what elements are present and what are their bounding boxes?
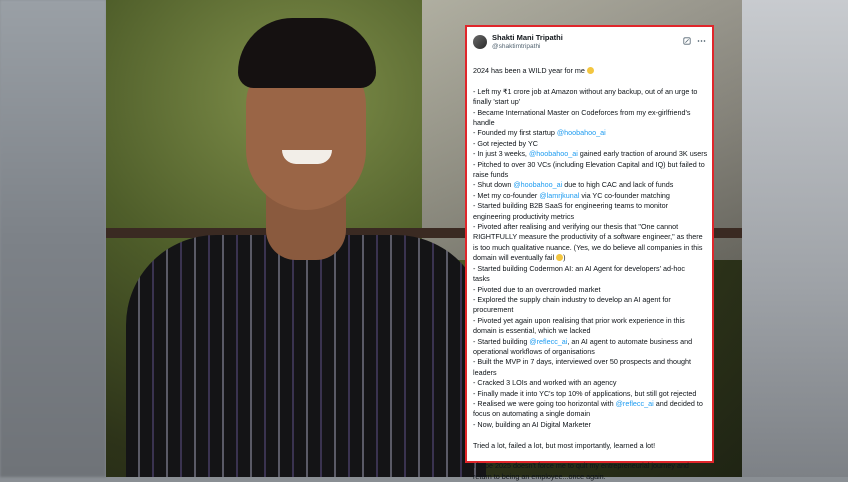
tweet-text-span: - Built the MVP in 7 days, interviewed o… bbox=[473, 357, 692, 367]
background-blur-left bbox=[0, 0, 106, 477]
tweet-text-span: domain will eventually fail bbox=[473, 253, 557, 263]
tweet-line: - Realised we were going too horizontal … bbox=[473, 399, 706, 409]
tweet-text-span: - Pivoted due to an overcrowded market bbox=[473, 284, 601, 294]
mention-link[interactable]: @reflecc_ai bbox=[616, 399, 654, 408]
tweet-text-span: I hope 2025 doesn't force me to quit my … bbox=[473, 461, 689, 471]
tweet-text-span: engineering productivity metrics bbox=[473, 211, 575, 221]
tweet-text-span: - Pitched to over 30 VCs (including Elev… bbox=[473, 159, 705, 169]
tweet-text-span: due to high CAC and lack of funds bbox=[562, 180, 674, 190]
tweet-text-span: domain is essential, which we lacked bbox=[473, 326, 591, 336]
tweet-header: Shakti Mani Tripathi @shaktimtripathi bbox=[473, 32, 706, 52]
tweet-text-span: - Founded my first startup bbox=[473, 128, 557, 138]
mention-link[interactable]: @lamrjkunal bbox=[539, 191, 579, 200]
emoji-icon bbox=[586, 67, 594, 74]
tweet-line: - Founded my first startup @hoobahoo_ai bbox=[473, 128, 706, 138]
author-handle[interactable]: @shaktimtripathi bbox=[492, 42, 683, 51]
tweet-text-span: - Became International Master on Codefor… bbox=[473, 107, 691, 117]
tweet-text-span: - Pivoted yet again upon realising that … bbox=[473, 315, 685, 325]
tweet-text-span: - Got rejected by YC bbox=[473, 138, 538, 148]
tweet-text-span: - Started building bbox=[473, 336, 530, 346]
tweet-text-span: focus on automating a single domain bbox=[473, 409, 591, 419]
tweet-text-span: - Left my ₹1 crore job at Amazon without… bbox=[473, 86, 698, 96]
author-name[interactable]: Shakti Mani Tripathi bbox=[492, 33, 683, 42]
tweet-text: 2024 has been a WILD year for me - Left … bbox=[473, 66, 708, 482]
mention-link[interactable]: @hoobahoo_ai bbox=[529, 149, 578, 158]
tweet-line: - Finally made it into YC's top 10% of a… bbox=[473, 389, 706, 399]
tweet-text-span: operational workflows of organisations bbox=[473, 346, 595, 356]
tweet-text-span: is too much qualitative nuance. (Yes, we… bbox=[473, 242, 703, 252]
tweet-text-span: , an AI agent to automate business and bbox=[567, 336, 693, 346]
tweet-card: Shakti Mani Tripathi @shaktimtripathi 20… bbox=[465, 25, 714, 481]
tweet-line: - Got rejected by YC bbox=[473, 139, 706, 149]
tweet-text-span: raise funds bbox=[473, 170, 509, 180]
tweet-line: - Pitched to over 30 VCs (including Elev… bbox=[473, 160, 706, 170]
tweet-line: - Now, building an AI Digital Marketer bbox=[473, 420, 706, 430]
tweet-line: domain is essential, which we lacked bbox=[473, 326, 706, 336]
tweet-line: engineering productivity metrics bbox=[473, 212, 706, 222]
tweet-text-span: - Finally made it into YC's top 10% of a… bbox=[473, 388, 697, 398]
avatar[interactable] bbox=[473, 35, 487, 49]
background-blur-right bbox=[742, 0, 848, 477]
tweet-line: - Pivoted due to an overcrowded market bbox=[473, 285, 706, 295]
tweet-text-span: - Realised we were going too horizontal … bbox=[473, 398, 616, 408]
tweet-line: - Became International Master on Codefor… bbox=[473, 108, 706, 118]
tweet-text-span: - Now, building an AI Digital Marketer bbox=[473, 419, 591, 429]
tweet-text-span: - Started building Codermon AI: an AI Ag… bbox=[473, 263, 685, 273]
tweet-line: operational workflows of organisations bbox=[473, 347, 706, 357]
tweet-text-span: ) bbox=[563, 253, 566, 263]
tweet-line: - Started building @reflecc_ai, an AI ag… bbox=[473, 337, 706, 347]
tweet-text-span: RIGHTFULLY measure the productivity of a… bbox=[473, 232, 703, 242]
tweet-text-span: procurement bbox=[473, 305, 514, 315]
tweet-text-span: return to being an employee...once again… bbox=[473, 471, 606, 481]
tweet-line: - Pivoted after realising and verifying … bbox=[473, 222, 706, 232]
tweet-line: handle bbox=[473, 118, 706, 128]
tweet-text-span: - Explored the supply chain industry to … bbox=[473, 294, 671, 304]
tweet-line: leaders bbox=[473, 368, 706, 378]
tweet-text-span: via YC co-founder matching bbox=[579, 190, 670, 200]
tweet-text-span: handle bbox=[473, 118, 495, 128]
tweet-line: tasks bbox=[473, 274, 706, 284]
tweet-text-span: - Started building B2B SaaS for engineer… bbox=[473, 201, 668, 211]
tweet-line: - Shut down @hoobahoo_ai due to high CAC… bbox=[473, 180, 706, 190]
tweet-line: - Met my co-founder @lamrjkunal via YC c… bbox=[473, 191, 706, 201]
tweet-line: finally 'start up' bbox=[473, 97, 706, 107]
tweet-line: - Cracked 3 LOIs and worked with an agen… bbox=[473, 378, 706, 388]
tweet-line: - In just 3 weeks, @hoobahoo_ai gained e… bbox=[473, 149, 708, 159]
tweet-text-span: - Cracked 3 LOIs and worked with an agen… bbox=[473, 378, 617, 388]
tweet-line: - Explored the supply chain industry to … bbox=[473, 295, 706, 305]
tweet-line: focus on automating a single domain bbox=[473, 409, 706, 419]
tweet-text-span: Tried a lot, failed a lot, but most impo… bbox=[473, 440, 656, 450]
tweet-text-span: - Met my co-founder bbox=[473, 190, 540, 200]
tweet-line: - Started building Codermon AI: an AI Ag… bbox=[473, 264, 706, 274]
tweet-text-span: leaders bbox=[473, 367, 497, 377]
tweet-line: RIGHTFULLY measure the productivity of a… bbox=[473, 232, 706, 242]
more-options-icon[interactable] bbox=[697, 37, 706, 47]
tweet-text-span: - Pivoted after realising and verifying … bbox=[473, 222, 679, 232]
tweet-line: - Pivoted yet again upon realising that … bbox=[473, 316, 706, 326]
tweet-text-span: - Shut down bbox=[473, 180, 514, 190]
mention-link[interactable]: @hoobahoo_ai bbox=[513, 180, 562, 189]
tweet-line: raise funds bbox=[473, 170, 706, 180]
tweet-text-span: finally 'start up' bbox=[473, 97, 521, 107]
grok-icon[interactable] bbox=[683, 37, 691, 47]
mention-link[interactable]: @hoobahoo_ai bbox=[557, 128, 606, 137]
tweet-line: domain will eventually fail ) bbox=[473, 253, 706, 263]
tweet-text-span: 2024 has been a WILD year for me bbox=[473, 66, 587, 75]
tweet-line: 2024 has been a WILD year for me bbox=[473, 66, 706, 76]
tweet-line: procurement bbox=[473, 305, 706, 315]
tweet-line: Tried a lot, failed a lot, but most impo… bbox=[473, 441, 706, 451]
tweet-line: I hope 2025 doesn't force me to quit my … bbox=[473, 461, 706, 471]
tweet-text-span: tasks bbox=[473, 274, 490, 284]
tweet-text-span: and decided to bbox=[653, 398, 703, 408]
tweet-text-span: gained early traction of around 3K users bbox=[577, 149, 708, 159]
tweet-line: is too much qualitative nuance. (Yes, we… bbox=[473, 243, 706, 253]
mention-link[interactable]: @reflecc_ai bbox=[529, 337, 567, 346]
tweet-line: - Started building B2B SaaS for engineer… bbox=[473, 201, 706, 211]
tweet-line: - Built the MVP in 7 days, interviewed o… bbox=[473, 357, 706, 367]
tweet-text-span: - In just 3 weeks, bbox=[473, 149, 529, 159]
tweet-line: - Left my ₹1 crore job at Amazon without… bbox=[473, 87, 706, 97]
